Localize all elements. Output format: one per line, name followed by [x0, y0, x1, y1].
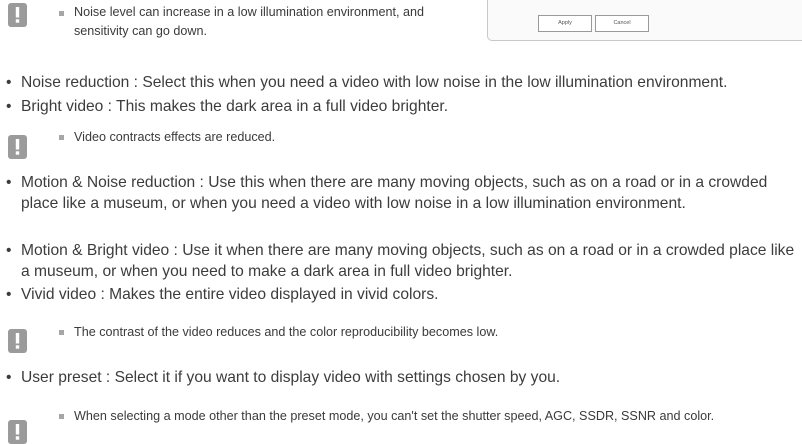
list-item: • Motion & Noise reduction : Use this wh… — [6, 173, 771, 214]
list-item-text: Motion & Bright video : Use it when ther… — [21, 242, 795, 280]
note-icon — [8, 420, 27, 444]
list-item-text: User preset : Select it if you want to d… — [21, 369, 561, 386]
list-item-text: Noise reduction : Select this when you n… — [21, 74, 728, 91]
list-item-text: Bright video : This makes the dark area … — [21, 98, 449, 115]
note-icon — [8, 3, 27, 27]
apply-button[interactable]: Apply — [538, 15, 592, 32]
settings-panel-fragment: Apply Cancel — [487, 0, 802, 41]
note-bullet — [59, 330, 64, 335]
note-icon — [8, 329, 27, 353]
cancel-button[interactable]: Cancel — [595, 15, 649, 32]
note-icon — [8, 135, 27, 159]
note-bullet — [59, 11, 64, 16]
list-item-text: Motion & Noise reduction : Use this when… — [21, 174, 768, 212]
list-item: • User preset : Select it if you want to… — [6, 368, 786, 389]
list-item: • Vivid video : Makes the entire video d… — [6, 285, 786, 306]
list-item-text: Vivid video : Makes the entire video dis… — [21, 286, 439, 303]
note-bullet — [59, 414, 64, 419]
note-text: When selecting a mode other than the pre… — [74, 409, 715, 423]
note-bullet — [59, 135, 64, 140]
note-text: Video contracts effects are reduced. — [74, 130, 276, 144]
list-item: • Motion & Bright video : Use it when th… — [6, 241, 802, 282]
list-item: • Noise reduction : Select this when you… — [6, 73, 802, 94]
note-text: Noise level can increase in a low illumi… — [74, 5, 425, 38]
list-item: • Bright video : This makes the dark are… — [6, 97, 786, 118]
note-text: The contrast of the video reduces and th… — [74, 325, 499, 339]
